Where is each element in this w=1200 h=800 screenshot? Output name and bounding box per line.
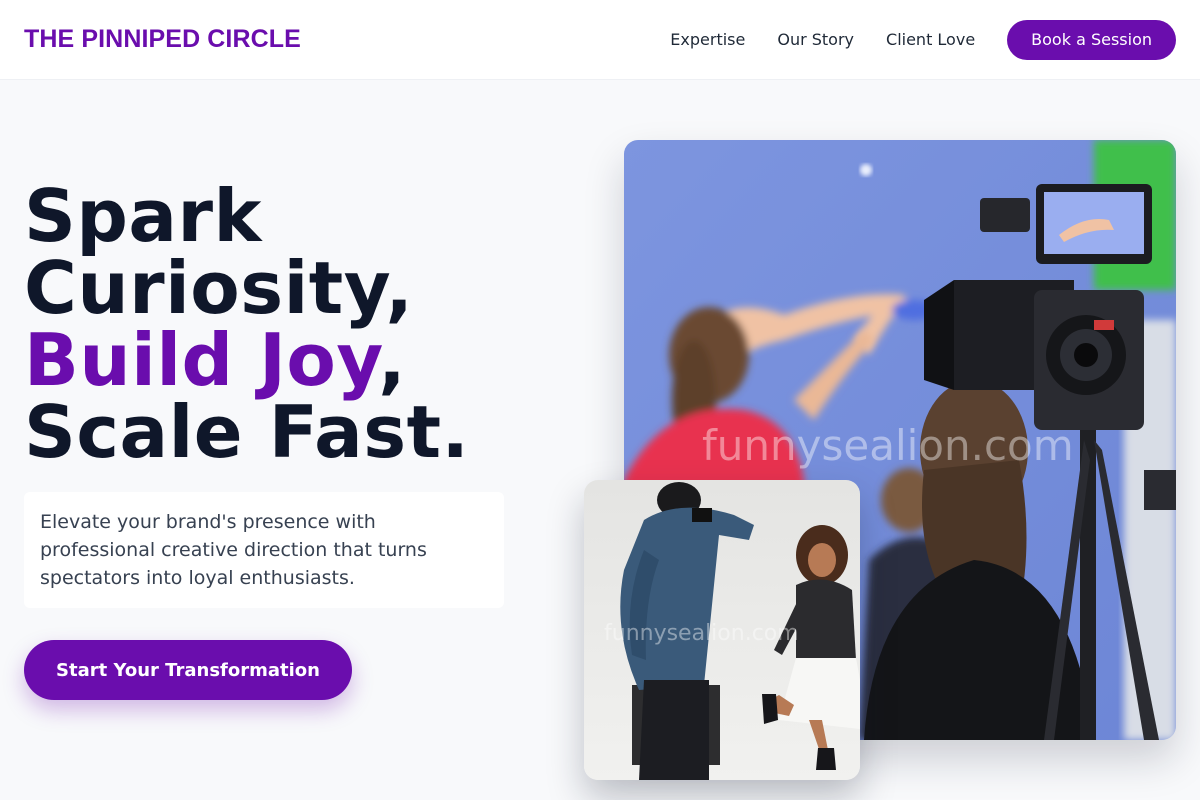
nav-link-expertise[interactable]: Expertise (670, 30, 745, 49)
nav-link-client-love[interactable]: Client Love (886, 30, 975, 49)
fashion-shoot-photo: funnysealion.com (584, 480, 860, 780)
nav-link-our-story[interactable]: Our Story (777, 30, 854, 49)
fashion-shoot-illustration: funnysealion.com (584, 480, 860, 780)
top-nav-bar: THE PINNIPED CIRCLE Expertise Our Story … (0, 0, 1200, 80)
start-transformation-button[interactable]: Start Your Transformation (24, 640, 352, 700)
brand-logo[interactable]: THE PINNIPED CIRCLE (24, 25, 301, 54)
main-nav: Expertise Our Story Client Love Book a S… (670, 19, 1176, 60)
hero-description: Elevate your brand's presence with profe… (40, 511, 427, 589)
hero-description-card: Elevate your brand's presence with profe… (24, 492, 504, 608)
hero-headline: Spark Curiosity, Build Joy, Scale Fast. (24, 180, 584, 468)
main-photo-watermark: funnysealion.com (702, 421, 1074, 470)
book-session-button[interactable]: Book a Session (1007, 19, 1176, 60)
small-photo-watermark: funnysealion.com (604, 621, 799, 646)
headline-line-4: Scale Fast. (24, 390, 470, 474)
